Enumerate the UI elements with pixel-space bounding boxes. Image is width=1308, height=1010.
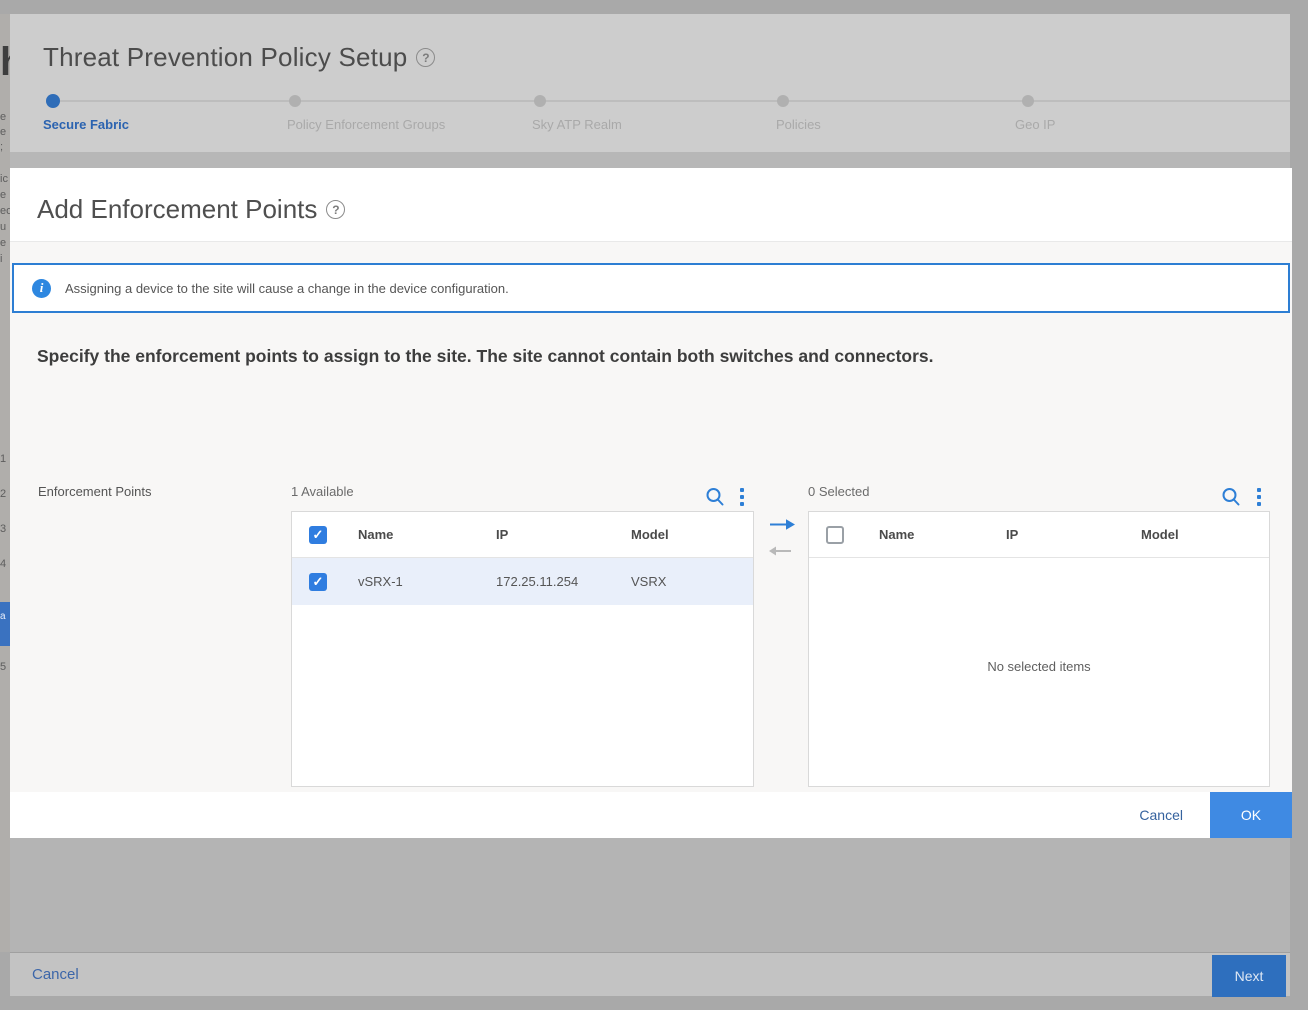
kebab-menu-icon[interactable] [740,488,744,506]
wizard-cancel-button[interactable]: Cancel [32,966,79,983]
search-icon[interactable] [1220,486,1242,513]
kebab-menu-icon[interactable] [1257,488,1261,506]
row-checkbox[interactable] [309,573,327,591]
step-label-policies[interactable]: Policies [776,117,821,132]
help-icon[interactable]: ? [416,48,435,67]
table-row[interactable]: vSRX-1 172.25.11.254 VSRX [292,558,753,605]
dialog-cancel-button[interactable]: Cancel [1139,807,1183,823]
column-header-model[interactable]: Model [1141,527,1269,542]
step-label-secure-fabric[interactable]: Secure Fabric [43,117,129,132]
dialog-title: Add Enforcement Points [37,194,317,225]
cell-name: vSRX-1 [358,574,496,589]
table-header-row: Name IP Model [809,512,1269,558]
selected-devices-table: Name IP Model No selected items [808,511,1270,787]
background-blue-button-fragment [0,602,10,646]
dimmed-page-content [10,838,1290,952]
wizard-title: Threat Prevention Policy Setup [43,42,407,73]
step-dot-sky-atp-realm [534,95,546,107]
select-all-checkbox[interactable] [826,526,844,544]
move-right-arrow-icon[interactable] [767,518,797,536]
empty-table-message: No selected items [809,659,1269,674]
wizard-next-button[interactable]: Next [1212,955,1286,997]
step-label-sky-atp-realm[interactable]: Sky ATP Realm [532,117,622,132]
cell-ip: 172.25.11.254 [496,574,631,589]
info-banner: i Assigning a device to the site will ca… [12,263,1290,313]
dimmed-page-gap [10,152,1290,168]
transfer-arrows [767,518,797,562]
available-devices-table: Name IP Model vSRX-1 172.25.11.254 VSRX [291,511,754,787]
search-icon[interactable] [704,486,726,513]
step-dot-policy-enforcement-groups [289,95,301,107]
cell-model: VSRX [631,574,753,589]
selected-count: 0 Selected [808,484,869,499]
step-dot-policies [777,95,789,107]
wizard-footer-bar: Cancel Next [10,952,1290,996]
dialog-body: i Assigning a device to the site will ca… [10,241,1292,792]
dialog-ok-button[interactable]: OK [1210,792,1292,838]
select-all-checkbox[interactable] [309,526,327,544]
stepper-track [52,100,1290,102]
enforcement-points-label: Enforcement Points [38,484,151,499]
help-icon[interactable]: ? [326,200,345,219]
info-banner-text: Assigning a device to the site will caus… [65,281,509,296]
move-left-arrow-icon[interactable] [767,544,797,562]
column-header-name[interactable]: Name [358,527,496,542]
step-dot-secure-fabric [46,94,60,108]
column-header-ip[interactable]: IP [496,527,631,542]
wizard-header: Threat Prevention Policy Setup ? Secure … [10,14,1290,152]
info-icon: i [32,279,51,298]
instruction-text: Specify the enforcement points to assign… [37,346,934,367]
page-root: { "icons": { "help": "?", "info": "i" },… [0,0,1308,1010]
step-label-geo-ip[interactable]: Geo IP [1015,117,1055,132]
column-header-model[interactable]: Model [631,527,753,542]
column-header-name[interactable]: Name [879,527,1006,542]
table-header-row: Name IP Model [292,512,753,558]
add-enforcement-points-dialog: Add Enforcement Points ? i Assigning a d… [10,168,1292,838]
dialog-footer: Cancel OK [10,792,1292,838]
available-count: 1 Available [291,484,354,499]
column-header-ip[interactable]: IP [1006,527,1141,542]
step-dot-geo-ip [1022,95,1034,107]
background-page-left-edge: h e e ; ic e eo u e i 1 2 3 4 a 5 [0,14,10,952]
step-label-policy-enforcement-groups[interactable]: Policy Enforcement Groups [287,117,445,132]
